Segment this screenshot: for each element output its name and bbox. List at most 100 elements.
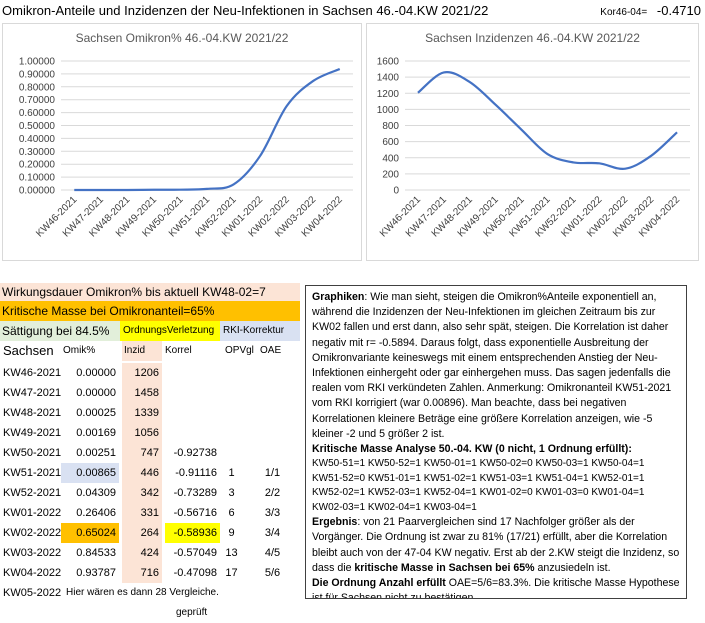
analyse-heading: Kritische Masse Analyse 50.-04. KW (0 ni…	[312, 443, 632, 456]
header-opvgl: OPVgl	[225, 345, 254, 356]
cell-kw: KW52-2021	[3, 487, 62, 499]
cell-inzidenz: 1339	[122, 403, 162, 423]
y-tick-label: 1.00000	[19, 57, 56, 68]
cell-omikron: 0.00000	[76, 387, 116, 399]
kritische-masse-row: Kritische Masse bei Omikronanteil=65%	[0, 301, 300, 321]
cell-inzidenz: 342	[122, 483, 162, 503]
last-kw: KW05-2022	[3, 587, 62, 599]
cell-korrel	[165, 403, 220, 423]
status-row: Sättigung bei 84.5% OrdnungsVerletzung R…	[0, 321, 300, 341]
cell-omikron: 0.00251	[76, 447, 116, 459]
correlation-value: -0.4710	[656, 3, 701, 18]
cell-omikron: 0.00000	[76, 367, 116, 379]
inzidenz-chart-svg: Sachsen Inzidenzen 46.-04.KW 2021/22 0 200…	[377, 31, 690, 239]
cell-opvgl: 1	[228, 467, 235, 479]
ordnung-paragraph: Die Ordnung Anzahl erfüllt OAE=5/6=83.3%…	[312, 577, 680, 599]
chart-title: Sachsen Omikron% 46.-04.KW 2021/22	[76, 31, 289, 45]
cell-omikron: 0.00169	[76, 427, 116, 439]
cell-opvgl: 9	[228, 527, 235, 539]
cell-oae: 1/1	[264, 467, 281, 479]
cell-inzidenz: 1458	[122, 383, 162, 403]
header-oae: OAE	[260, 345, 282, 356]
cell-inzidenz: 747	[122, 443, 162, 463]
header-omik: Omik%	[63, 345, 96, 356]
header-sachsen: Sachsen	[3, 343, 54, 358]
page-title: Omikron-Anteile und Inzidenzen der Neu-I…	[2, 3, 489, 18]
cell-oae: 5/6	[264, 567, 281, 579]
ordnung-heading: Die Ordnung Anzahl erfüllt	[312, 577, 446, 590]
table-row: KW50-2021 0.00251 747 -0.92738	[0, 443, 300, 463]
cell-omikron: 0.00025	[76, 407, 116, 419]
cell-kw: KW02-2022	[3, 527, 62, 539]
ordnungsverletzung-label: OrdnungsVerletzung	[120, 321, 220, 341]
cell-oae	[258, 383, 290, 403]
y-tick-label: 0.00000	[19, 186, 56, 197]
y-tick-label: 0.30000	[19, 147, 56, 158]
header-korrel: Korrel	[165, 345, 192, 356]
cell-inzidenz: 716	[122, 563, 162, 583]
y-tick-label: 0.90000	[19, 69, 56, 80]
y-tick-label: 400	[382, 153, 399, 164]
cell-korrel	[165, 423, 220, 443]
cell-inzidenz: 1206	[122, 363, 162, 383]
y-tick-label: 1200	[377, 89, 400, 100]
cell-kw: KW50-2021	[3, 447, 62, 459]
graphiken-paragraph: Graphiken: Wie man sieht, steigen die Om…	[312, 290, 680, 442]
cell-omikron: 0.04309	[76, 487, 116, 499]
cell-oae	[258, 403, 290, 423]
cell-opvgl	[222, 383, 244, 403]
table-row: KW52-2021 0.04309 342 -0.73289 3 2/2	[0, 483, 300, 503]
cell-korrel: -0.57049	[173, 547, 217, 559]
geprueft-label: geprüft	[176, 607, 208, 618]
cell-oae: 3/4	[264, 527, 281, 539]
cell-korrel	[165, 383, 220, 403]
ergebnis-paragraph: Ergebnis: von 21 Paarvergleichen sind 17…	[312, 516, 680, 574]
cell-opvgl: 13	[225, 547, 238, 559]
cell-oae	[258, 443, 290, 463]
last-note: Hier wären es dann 28 Vergleiche.	[66, 587, 219, 598]
correlation-summary: Kor46-04= -0.4710	[600, 3, 701, 18]
cell-inzidenz: 424	[122, 543, 162, 563]
geprueft-row: geprüft	[0, 603, 300, 623]
table-row: KW49-2021 0.00169 1056	[0, 423, 300, 443]
cell-korrel: -0.56716	[173, 507, 217, 519]
y-tick-label: 0.60000	[19, 108, 56, 119]
analyse-line: KW51-52=0 KW51-01=1 KW51-02=1 KW51-03=1 …	[312, 472, 645, 484]
cell-korrel: -0.58936	[165, 523, 220, 543]
cell-kw: KW46-2021	[3, 367, 62, 379]
y-tick-label: 0.80000	[19, 82, 56, 93]
y-tick-label: 200	[382, 169, 399, 180]
table-row: KW51-2021 0.00865 446 -0.91116 1 1/1	[0, 463, 300, 483]
cell-oae	[258, 423, 290, 443]
graphiken-text: : Wie man sieht, steigen die Omikron%Ant…	[312, 291, 672, 440]
table-last-row: KW05-2022 Hier wären es dann 28 Vergleic…	[0, 583, 300, 603]
y-tick-label: 1000	[377, 105, 400, 116]
cell-korrel: -0.92738	[173, 447, 217, 459]
inzidenz-chart: Sachsen Inzidenzen 46.-04.KW 2021/22 0 200…	[366, 23, 699, 261]
chart-title: Sachsen Inzidenzen 46.-04.KW 2021/22	[425, 31, 640, 45]
header-inzid: Inzid	[122, 341, 162, 361]
cell-omikron: 0.93787	[76, 567, 116, 579]
correlation-label: Kor46-04=	[600, 7, 648, 18]
cell-opvgl	[222, 423, 244, 443]
y-tick-label: 1400	[377, 73, 400, 84]
table-row: KW46-2021 0.00000 1206	[0, 363, 300, 383]
cell-omikron: 0.26406	[76, 507, 116, 519]
cell-korrel	[165, 363, 220, 383]
cell-kw: KW51-2021	[3, 467, 62, 479]
cell-inzidenz: 1056	[122, 423, 162, 443]
wirkungsdauer-row: Wirkungsdauer Omikron% bis aktuell KW48-…	[0, 283, 300, 301]
cell-inzidenz: 446	[122, 463, 162, 483]
y-tick-label: 0.40000	[19, 134, 56, 145]
cell-omikron: 0.00865	[61, 463, 119, 483]
cell-inzidenz: 264	[122, 523, 162, 543]
y-tick-label: 600	[382, 137, 399, 148]
cell-opvgl: 17	[225, 567, 238, 579]
y-tick-label: 0.20000	[19, 160, 56, 171]
y-tick-label: 1600	[377, 57, 400, 68]
saettigung-label: Sättigung bei 84.5%	[0, 321, 120, 341]
analyse-line: KW52-02=1 KW52-03=1 KW52-04=1 KW01-02=0 …	[312, 487, 645, 499]
cell-oae	[258, 363, 290, 383]
y-tick-label: 0.50000	[19, 121, 56, 132]
rki-korrektur-label: RKI-Korrektur	[220, 321, 300, 341]
